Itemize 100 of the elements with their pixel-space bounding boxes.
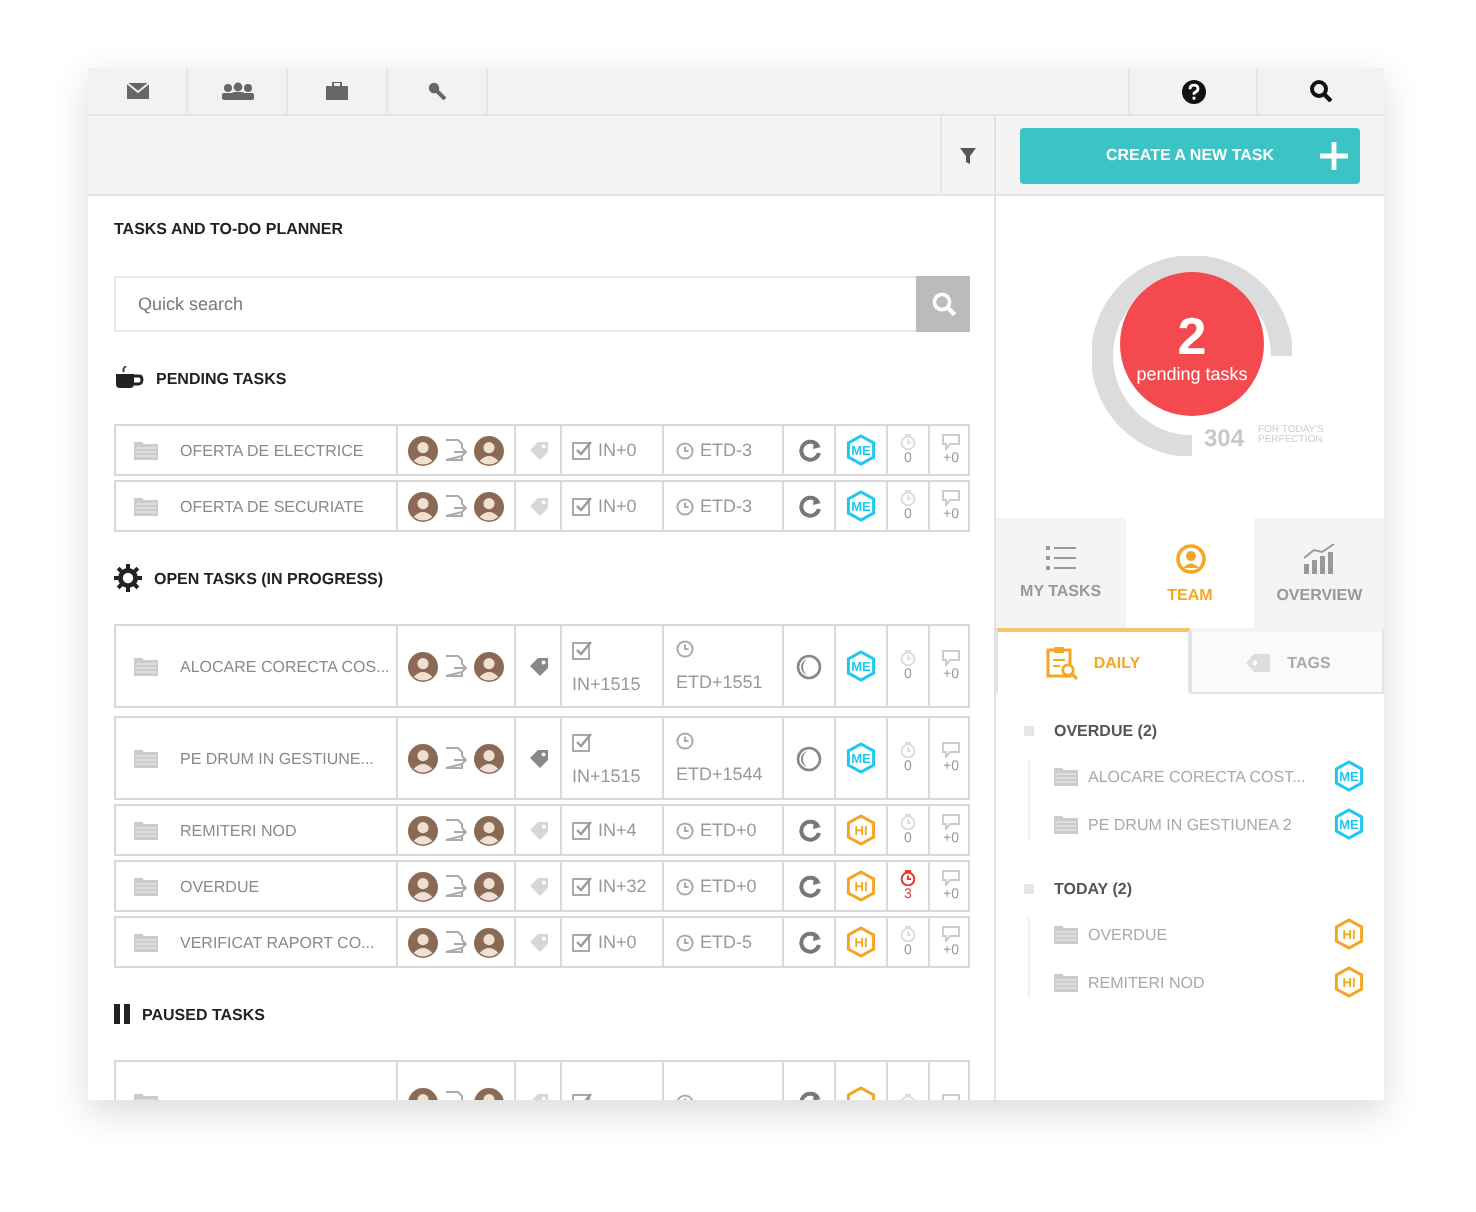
avatar-icon [408, 815, 438, 845]
create-task-button[interactable]: CREATE A NEW TASK [1020, 127, 1360, 183]
in-value: IN+4 [598, 820, 637, 840]
comment-icon [942, 741, 960, 757]
tab[interactable]: DAILY [996, 628, 1190, 694]
etd-value: ETD-3 [700, 440, 753, 460]
folder-icon [1054, 814, 1078, 834]
etd-value: ETD+1544 [676, 764, 763, 784]
folder-icon [134, 876, 158, 896]
folder-icon [134, 496, 158, 516]
clock-icon [676, 933, 694, 951]
clock-icon [676, 497, 694, 515]
file-arrow-icon [444, 494, 468, 518]
help-icon[interactable] [1181, 79, 1205, 103]
folder-icon [1054, 766, 1078, 786]
mail-icon[interactable] [125, 82, 149, 100]
avatar-icon [408, 491, 438, 521]
etd-value: ETD+0 [700, 876, 757, 896]
folder-icon [134, 440, 158, 460]
task-name: VERIFICAT RAPORT CO... [180, 933, 375, 951]
clipboard-icon [1045, 645, 1078, 679]
people-icon[interactable] [219, 82, 255, 100]
comment-icon [942, 869, 960, 885]
checkbox-icon [572, 731, 592, 751]
checkbox-icon [572, 496, 592, 516]
checkbox-icon [572, 639, 592, 659]
wrench-icon[interactable] [428, 82, 446, 100]
search-field[interactable]: Quick search [114, 276, 916, 332]
avatar-icon [474, 815, 504, 845]
clock-icon [676, 821, 694, 839]
in-value: IN+1515 [572, 765, 641, 785]
file-arrow-icon [444, 654, 468, 678]
search-icon[interactable] [1310, 80, 1332, 102]
gear-icon [114, 564, 142, 592]
folder-icon [1054, 924, 1078, 944]
person-icon [1175, 543, 1205, 573]
in-value: IN+0 [598, 440, 637, 460]
in-value: IN+1515 [572, 673, 641, 693]
comment-icon [942, 649, 960, 665]
file-arrow-icon [444, 438, 468, 462]
pause-icon [114, 1004, 130, 1024]
tab[interactable]: TEAM [1125, 518, 1255, 628]
file-arrow-icon [444, 874, 468, 898]
task-name: OVERDUE [180, 877, 260, 895]
section-heading: OPEN TASKS (IN PROGRESS) [154, 569, 384, 587]
etd-value: ETD+1551 [676, 672, 763, 692]
search-icon [931, 292, 955, 316]
avatar-icon [408, 871, 438, 901]
avatar-icon [408, 927, 438, 957]
tab[interactable]: TAGS [1190, 628, 1384, 694]
clock-icon [676, 441, 694, 459]
file-arrow-icon [444, 818, 468, 842]
list-icon [1045, 546, 1076, 570]
task-name[interactable]: PE DRUM IN GESTIUNEA 2 [1088, 815, 1324, 833]
avatar-icon [474, 743, 504, 773]
in-value: IN+0 [598, 932, 637, 952]
task-name: OFERTA DE ELECTRICE [180, 441, 364, 459]
comment-icon [942, 813, 960, 829]
folder-icon [134, 820, 158, 840]
avatar-icon [408, 435, 438, 465]
clock-icon [676, 640, 694, 658]
comment-icon [942, 925, 960, 941]
etd-value: ETD-3 [700, 496, 753, 516]
task-name: ALOCARE CORECTA COS... [180, 657, 390, 675]
task-name[interactable]: REMITERI NOD [1088, 973, 1324, 991]
pending-count: 2 [1175, 310, 1209, 362]
group-heading: OVERDUE (2) [1054, 722, 1158, 740]
avatar-icon [408, 651, 438, 681]
avatar-icon [474, 651, 504, 681]
pending-label: pending tasks [1134, 364, 1250, 384]
etd-value: ETD-5 [700, 932, 753, 952]
avatar-icon [474, 927, 504, 957]
plus-icon [1320, 141, 1348, 169]
comment-icon [942, 489, 960, 505]
checkbox-icon [572, 440, 592, 460]
avatar-icon [474, 435, 504, 465]
folder-icon [134, 748, 158, 768]
task-name[interactable]: ALOCARE CORECTA COST... [1088, 767, 1324, 785]
tree-bullet [1024, 884, 1034, 894]
clock-icon [676, 732, 694, 750]
briefcase-icon[interactable] [326, 82, 348, 100]
checkbox-icon [572, 932, 592, 952]
coffee-cup-icon [114, 366, 144, 390]
file-arrow-icon [444, 930, 468, 954]
section-heading: PAUSED TASKS [142, 1005, 265, 1023]
avatar-icon [474, 491, 504, 521]
clock-icon [676, 877, 694, 895]
checkbox-icon [572, 876, 592, 896]
in-value: IN+32 [598, 876, 647, 896]
folder-icon [134, 932, 158, 952]
folder-icon [1054, 972, 1078, 992]
checkbox-icon [572, 820, 592, 840]
section-heading: PENDING TASKS [156, 369, 287, 387]
task-name: OFERTA DE SECURIATE [180, 497, 365, 515]
task-name[interactable]: OVERDUE [1088, 925, 1324, 943]
in-value: IN+0 [598, 496, 637, 516]
avatar-icon [408, 743, 438, 773]
tag-icon [1243, 651, 1272, 673]
group-heading: TODAY (2) [1054, 880, 1132, 898]
filter-icon[interactable] [960, 147, 976, 163]
